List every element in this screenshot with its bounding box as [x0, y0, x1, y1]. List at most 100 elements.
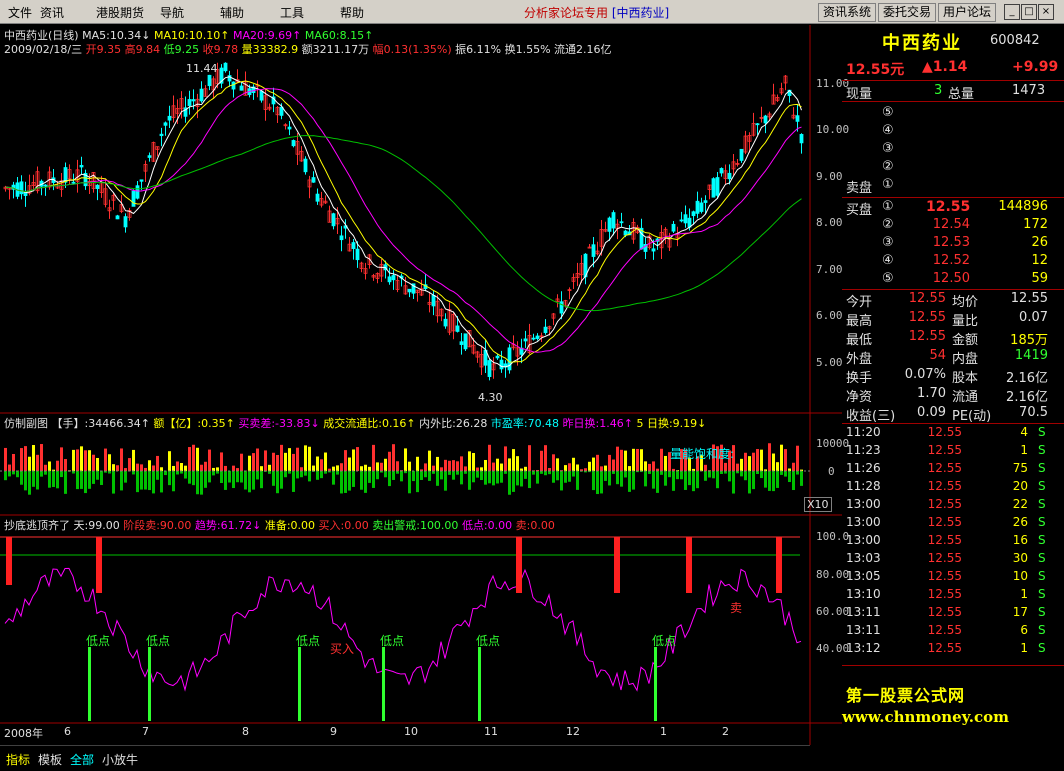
- x-tick: 2: [722, 725, 729, 738]
- volume-bar-down: [256, 471, 259, 480]
- tick-time: 11:28: [846, 479, 881, 493]
- minimize-icon[interactable]: _: [1004, 4, 1020, 20]
- buy-level-label: 买盘: [846, 203, 873, 218]
- volume-bar-down: [716, 471, 719, 489]
- tick-time: 11:23: [846, 443, 881, 457]
- tick-volume: 1: [1020, 587, 1028, 601]
- volume-bar-down: [468, 471, 471, 490]
- x10-toggle[interactable]: X10: [804, 497, 832, 512]
- volume-bar-down: [228, 471, 231, 483]
- volume-bar-down: [792, 471, 795, 491]
- maximize-icon[interactable]: □: [1021, 4, 1037, 20]
- stat-label: 最低: [846, 333, 873, 348]
- volume-bar: [200, 464, 203, 471]
- tab-template[interactable]: 模板: [38, 751, 62, 768]
- sell-signal-bar: [776, 537, 782, 593]
- volume-bar-down: [368, 471, 371, 483]
- stat-label: 量比: [952, 314, 979, 329]
- volume-bar-down: [768, 471, 771, 491]
- volume-bar: [40, 444, 43, 471]
- volume-bar-down: [676, 471, 679, 480]
- tab-indicator[interactable]: 指标: [6, 751, 30, 768]
- volume-bar-down: [340, 471, 343, 494]
- volume-bar: [748, 456, 751, 471]
- sub2-name[interactable]: 抄底逃顶齐了: [4, 519, 70, 532]
- volume-bar: [488, 444, 491, 471]
- volume-bar-down: [188, 471, 191, 484]
- candle-body: [163, 122, 168, 126]
- volume-bar-down: [480, 471, 483, 481]
- volume-bar-down: [252, 471, 255, 490]
- volume-bar-down: [200, 471, 203, 495]
- menu-info[interactable]: 资讯: [40, 4, 64, 21]
- sub1-name[interactable]: 仿制副图: [4, 417, 48, 430]
- trade-button[interactable]: 委托交易: [878, 3, 937, 22]
- candle-body: [43, 184, 48, 187]
- volume-bar-down: [484, 471, 487, 485]
- volume-bar-down: [332, 471, 335, 485]
- sub2-buy: 买入:0.00: [318, 519, 369, 532]
- stat-value: 12.55: [1010, 291, 1048, 306]
- tick-time: 13:10: [846, 587, 881, 601]
- tick-side: S: [1038, 551, 1046, 565]
- volume-bar-down: [160, 471, 163, 493]
- candle-body: [507, 347, 512, 371]
- stat-label: 内盘: [952, 352, 979, 367]
- info-system-button[interactable]: 资讯系统: [818, 3, 877, 22]
- volume-bar-down: [304, 471, 307, 476]
- volume-bar: [4, 447, 7, 471]
- window-title: 分析家论坛专用 [中西药业]: [524, 4, 669, 21]
- volume-bar-down: [140, 471, 143, 490]
- buy-price: 12.50: [932, 271, 970, 286]
- tick-side: S: [1038, 479, 1046, 493]
- volume-bar: [496, 458, 499, 471]
- volume-bar: [272, 452, 275, 471]
- volume-bar: [172, 465, 175, 471]
- volume-bar-down: [320, 471, 323, 479]
- volume-bar-down: [172, 471, 175, 492]
- volume-bar-down: [112, 471, 115, 494]
- tick-side: S: [1038, 533, 1046, 547]
- total-vol: 1473: [1012, 83, 1046, 98]
- volume-bar: [116, 465, 119, 471]
- candle-body: [135, 185, 140, 199]
- stat-value: 12.55: [908, 310, 946, 325]
- sell-level-5: ⑤: [882, 105, 894, 120]
- sub2-low: 低点:0.00: [461, 519, 513, 532]
- volume-bar-down: [232, 471, 235, 489]
- menu-file[interactable]: 文件: [8, 4, 32, 21]
- tab-all[interactable]: 全部: [70, 751, 94, 768]
- menu-hk-futures[interactable]: 港股期货: [96, 4, 144, 21]
- x-tick: 1: [660, 725, 667, 738]
- menu-assist[interactable]: 辅助: [220, 4, 244, 21]
- menu-tools[interactable]: 工具: [280, 4, 304, 21]
- volume-bar-down: [508, 471, 511, 495]
- volume-bar: [780, 444, 783, 471]
- volume-bar: [248, 455, 251, 471]
- tick-volume: 22: [1012, 497, 1028, 511]
- menu-help[interactable]: 帮助: [340, 4, 364, 21]
- stat-value: 1.70: [917, 386, 946, 401]
- volume-bar-down: [444, 471, 447, 491]
- volume-bar-down: [152, 471, 155, 494]
- volume-bar: [576, 464, 579, 471]
- volume-bar: [508, 458, 511, 471]
- volume-bar: [652, 461, 655, 471]
- menu-navigate[interactable]: 导航: [160, 4, 184, 21]
- sub2-warn: 卖出警戒:100.00: [372, 519, 459, 532]
- candle-body: [459, 341, 464, 345]
- tick-price: 12.55: [927, 533, 962, 547]
- chart-area[interactable]: 中西药业(日线) MA5:10.34↓ MA10:10.10↑ MA20:9.6…: [0, 25, 849, 745]
- forum-button[interactable]: 用户论坛: [938, 3, 997, 22]
- volume-bar: [8, 464, 11, 471]
- volume-bar: [792, 462, 795, 471]
- stat-label: 均价: [952, 295, 979, 310]
- tab-small-bull[interactable]: 小放牛: [102, 751, 138, 768]
- stock-pct: +9.99: [1012, 59, 1059, 75]
- close-icon[interactable]: ×: [1038, 4, 1054, 20]
- chart-canvas[interactable]: [0, 25, 842, 745]
- volume-bar: [648, 463, 651, 471]
- tick-volume: 1: [1020, 641, 1028, 655]
- volume-bar-down: [552, 471, 555, 483]
- volume-bar-down: [776, 471, 779, 488]
